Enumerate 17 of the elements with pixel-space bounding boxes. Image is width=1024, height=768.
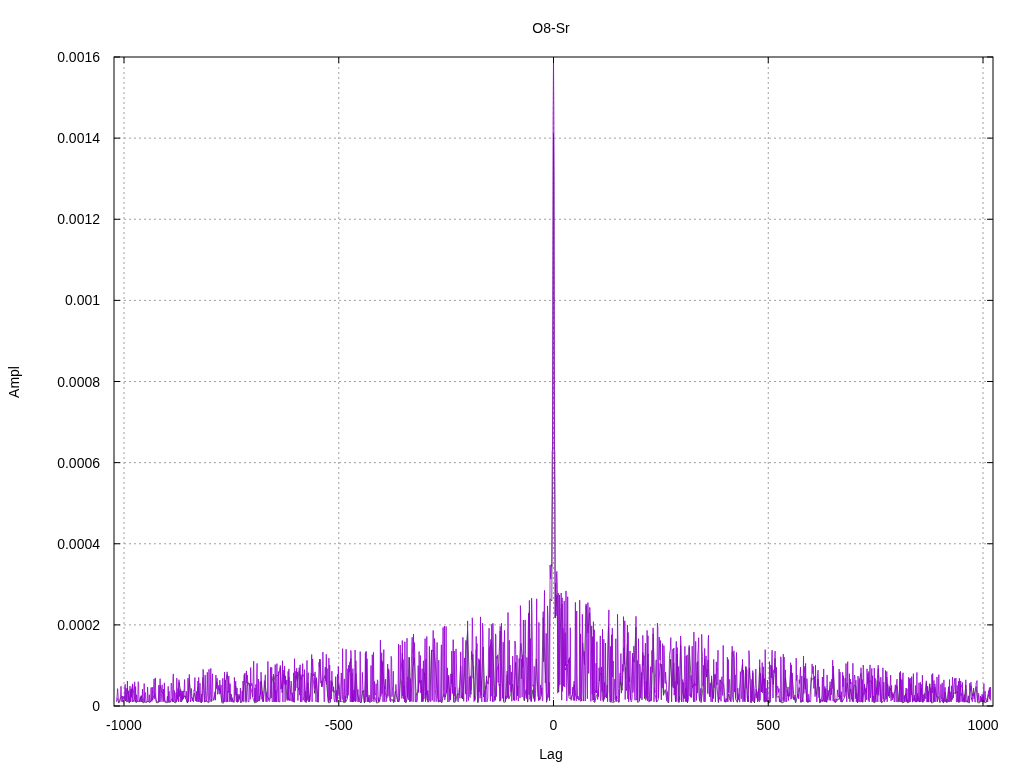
- y-tick-label: 0.0002: [57, 616, 100, 633]
- y-tick-label: 0.0016: [57, 49, 100, 65]
- y-tick-label: 0.0004: [57, 535, 100, 552]
- chart-title: O8-Sr: [532, 20, 570, 36]
- x-tick-label: 0: [549, 717, 558, 733]
- x-tick-label: 500: [756, 717, 780, 733]
- y-tick-label: 0.0014: [57, 130, 100, 147]
- y-axis-label: Ampl: [6, 366, 22, 398]
- x-axis-label: Lag: [539, 746, 563, 762]
- y-tick-label: 0.0006: [57, 454, 100, 471]
- y-tick-label: 0.001: [64, 292, 100, 309]
- x-tick-label: -1000: [106, 717, 142, 733]
- x-tick-label: -500: [324, 717, 353, 733]
- x-tick-label: 1000: [967, 717, 999, 733]
- y-tick-label: 0: [92, 698, 100, 714]
- y-tick-label: 0.0012: [57, 211, 100, 228]
- y-tick-label: 0.0008: [57, 373, 100, 390]
